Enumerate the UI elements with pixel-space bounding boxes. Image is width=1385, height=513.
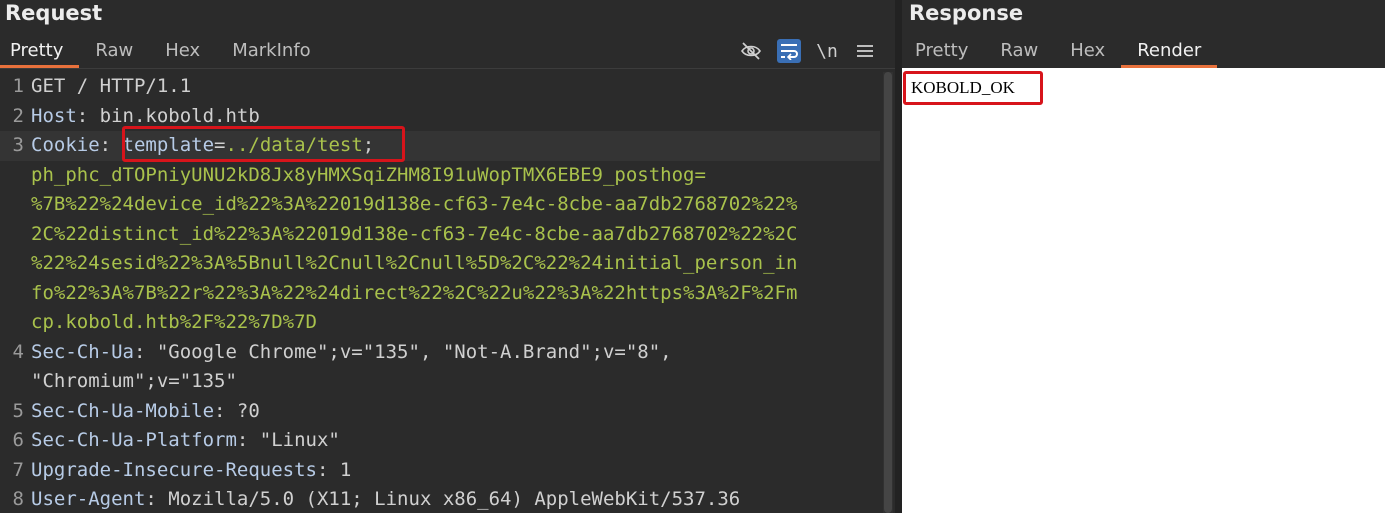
tab-pretty[interactable]: Pretty: [902, 36, 984, 66]
line-3-wrap: %22%24sesid%22%3A%5Bnull%2Cnull%2Cnull%5…: [0, 249, 880, 279]
line-number-blank: [0, 220, 31, 250]
line-number-blank: [0, 308, 31, 338]
menu-icon[interactable]: [853, 39, 877, 63]
cookie-wrap-text: fo%22%3A%7B%22r%22%3A%22%24direct%22%2C%…: [31, 281, 798, 304]
request-panel: Request Pretty Raw Hex MarkInfo \n 1 GET…: [0, 0, 895, 513]
header-sep: :: [99, 134, 123, 156]
response-tabs: Pretty Raw Hex Render: [902, 36, 1218, 68]
panel-divider[interactable]: [895, 0, 902, 513]
header-key: Sec-Ch-Ua-Platform: [31, 429, 237, 451]
scrollbar-thumb[interactable]: [884, 72, 892, 513]
header-key: Cookie: [31, 134, 100, 156]
line-number-blank: [0, 161, 31, 191]
line-number: 1: [12, 75, 24, 97]
line-5: 5 Sec-Ch-Ua-Mobile: ?0: [0, 397, 880, 427]
line-number: 4: [12, 340, 24, 363]
cookie-wrap-text: %7B%22%24device_id%22%3A%22019d138e-cf63…: [31, 193, 798, 215]
line-number-blank: [0, 249, 31, 279]
tab-markinfo[interactable]: MarkInfo: [216, 36, 326, 66]
header-sep: :: [133, 340, 157, 363]
header-value: 1: [339, 458, 352, 481]
header-sep: :: [316, 458, 340, 481]
tab-pretty[interactable]: Pretty: [0, 36, 80, 68]
line-number: 8: [12, 488, 24, 510]
header-sep: :: [76, 104, 100, 127]
tab-separator: [0, 68, 895, 69]
line-1: 1 GET / HTTP/1.1: [0, 72, 880, 102]
header-key: User-Agent: [31, 488, 146, 510]
line-8: 8 User-Agent: Mozilla/5.0 (X11; Linux x8…: [0, 485, 880, 513]
header-value: "Linux": [259, 429, 340, 451]
cookie-wrap-text: ph_phc_dTOPniyUNU2kD8Jx8yHMXSqiZHM8I91uW…: [31, 163, 706, 186]
header-sep: :: [145, 488, 169, 510]
line-number: 6: [12, 429, 24, 451]
request-line: GET / HTTP/1.1: [31, 75, 192, 97]
header-sep: :: [236, 429, 260, 451]
line-number: 2: [12, 104, 24, 127]
header-value: ?0: [236, 399, 260, 422]
header-sep: :: [214, 399, 237, 422]
header-value: Mozilla/5.0 (X11; Linux x86_64) AppleWeb…: [168, 488, 741, 510]
tab-raw[interactable]: Raw: [79, 36, 149, 66]
line-number-blank: [0, 190, 31, 220]
cookie-wrap-text: 2C%22distinct_id%22%3A%22019d138e-cf63-7…: [31, 222, 798, 245]
header-key: Upgrade-Insecure-Requests: [31, 458, 317, 481]
header-value-wrap: "Chromium";v="135": [31, 370, 237, 392]
cookie-highlight-box: [122, 126, 405, 162]
header-value: "Google Chrome";v="135", "Not-A.Brand";v…: [156, 340, 672, 363]
line-3-wrap: cp.kobold.htb%2F%22%7D%7D: [0, 308, 880, 338]
hide-eye-icon[interactable]: [739, 39, 763, 63]
tab-render[interactable]: Render: [1121, 36, 1218, 68]
cookie-wrap-text: %22%24sesid%22%3A%5Bnull%2Cnull%2Cnull%5…: [31, 252, 798, 274]
tab-hex[interactable]: Hex: [149, 36, 216, 66]
line-3-wrap: ph_phc_dTOPniyUNU2kD8Jx8yHMXSqiZHM8I91uW…: [0, 161, 880, 191]
tab-hex[interactable]: Hex: [1054, 36, 1121, 66]
line-number: 5: [12, 399, 24, 422]
line-number: 3: [12, 134, 24, 156]
editor-toolbar: \n: [739, 36, 877, 66]
response-title: Response: [909, 1, 1024, 25]
line-3-wrap: 2C%22distinct_id%22%3A%22019d138e-cf63-7…: [0, 220, 880, 250]
response-highlight-box: [903, 71, 1043, 105]
header-key: Sec-Ch-Ua: [31, 340, 134, 363]
line-3-wrap: %7B%22%24device_id%22%3A%22019d138e-cf63…: [0, 190, 880, 220]
line-number: 7: [12, 458, 24, 481]
line-4-wrap: "Chromium";v="135": [0, 367, 880, 397]
line-4: 4 Sec-Ch-Ua: "Google Chrome";v="135", "N…: [0, 338, 880, 368]
wrap-lines-icon[interactable]: [777, 39, 801, 63]
response-panel: Response Pretty Raw Hex Render KOBOLD_OK: [902, 0, 1385, 513]
line-number-blank: [0, 279, 31, 309]
header-key: Host: [31, 104, 77, 127]
line-number-blank: [0, 367, 31, 397]
line-6: 6 Sec-Ch-Ua-Platform: "Linux": [0, 426, 880, 456]
header-key: Sec-Ch-Ua-Mobile: [31, 399, 215, 422]
request-title: Request: [5, 1, 103, 25]
tab-raw[interactable]: Raw: [984, 36, 1054, 66]
editor-scrollbar[interactable]: [883, 72, 893, 513]
line-3-wrap: fo%22%3A%7B%22r%22%3A%22%24direct%22%2C%…: [0, 279, 880, 309]
request-tabs: Pretty Raw Hex MarkInfo: [0, 36, 327, 68]
newline-toggle[interactable]: \n: [815, 39, 839, 63]
line-7: 7 Upgrade-Insecure-Requests: 1: [0, 456, 880, 486]
rendered-response: KOBOLD_OK: [902, 68, 1385, 513]
cookie-wrap-text: cp.kobold.htb%2F%22%7D%7D: [31, 311, 317, 333]
